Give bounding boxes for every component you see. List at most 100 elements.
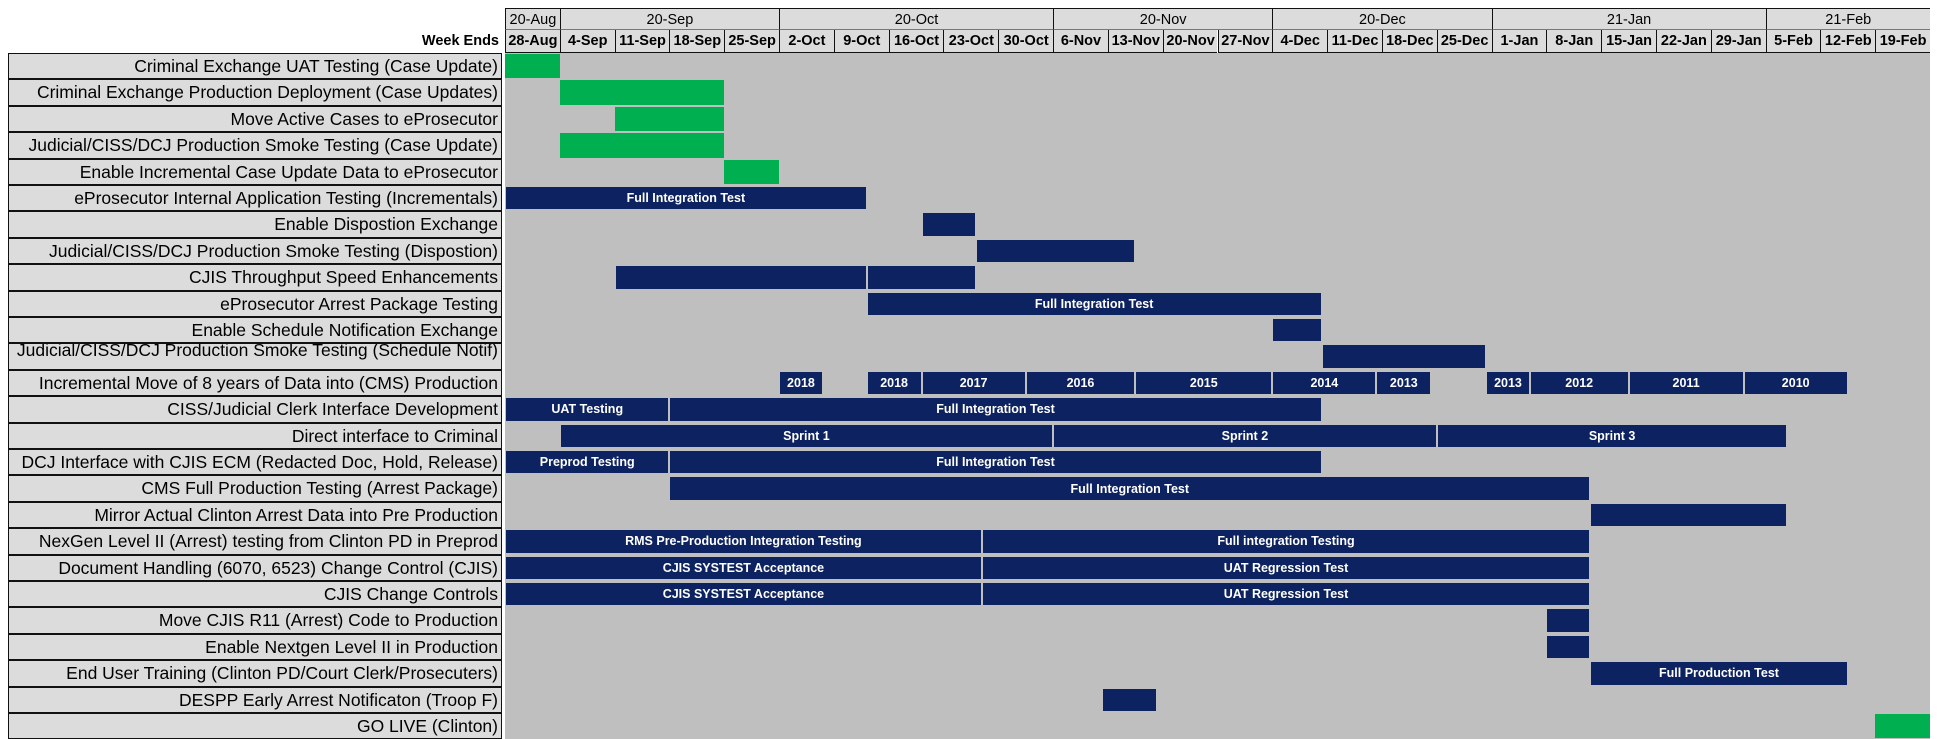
task-label: Move Active Cases to eProsecutor	[8, 105, 502, 133]
bar-label: Sprint 3	[1588, 428, 1636, 443]
gantt-bar	[1546, 634, 1591, 660]
week-tick-label: 6-Nov	[1053, 30, 1108, 53]
gantt-bar	[866, 265, 977, 290]
gantt-bar: 2013	[1376, 370, 1432, 396]
bar-label: Full Integration Test	[936, 402, 1055, 417]
bar-label: Full Production Test	[1659, 666, 1779, 681]
gantt-bar	[1272, 318, 1322, 343]
gantt-bar: Full Integration Test	[505, 186, 867, 211]
week-tick-label: 25-Dec	[1436, 30, 1492, 53]
month-header: 21-Feb	[1765, 8, 1930, 30]
week-tick-label: 19-Feb	[1875, 30, 1930, 53]
bar-label: UAT Regression Test	[1223, 587, 1349, 602]
gantt-bar	[1102, 687, 1158, 712]
task-label: Direct interface to Criminal	[8, 422, 502, 449]
month-header: 20-Sep	[559, 8, 780, 30]
bar-label: Full Integration Test	[1070, 481, 1190, 496]
week-tick-label: 11-Sep	[614, 30, 670, 53]
gantt-bar: Sprint 2	[1053, 423, 1437, 448]
bar-label: 2012	[1565, 375, 1594, 390]
gantt-bar: UAT Regression Test	[981, 582, 1591, 607]
gantt-bar: 2015	[1135, 370, 1273, 396]
month-header: 20-Dec	[1272, 8, 1492, 30]
task-label: DESPP Early Arrest Notificaton (Troop F)	[8, 686, 502, 713]
bar-label: 2011	[1672, 375, 1700, 390]
task-label: Criminal Exchange Production Deployment …	[8, 79, 502, 106]
month-header: 20-Oct	[779, 8, 1054, 30]
task-label: Enable Schedule Notification Exchange	[8, 317, 502, 344]
task-label: eProsecutor Arrest Package Testing	[8, 290, 502, 317]
task-label: Criminal Exchange UAT Testing (Case Upda…	[8, 53, 502, 80]
task-label: Incremental Move of 8 years of Data into…	[8, 369, 502, 397]
gantt-bar	[921, 212, 977, 237]
task-label: Enable Incremental Case Update Data to e…	[8, 158, 502, 185]
gantt-bar: CJIS SYSTEST Acceptance	[505, 582, 982, 607]
bar-label: UAT Testing	[551, 402, 624, 417]
week-tick-label: 2-Oct	[779, 30, 834, 53]
bar-label: Preprod Testing	[539, 455, 635, 470]
task-label: CJIS Throughput Speed Enhancements	[8, 264, 502, 291]
gantt-bar	[1546, 608, 1591, 633]
bar-label: 2014	[1310, 375, 1339, 390]
week-tick-label: 18-Dec	[1381, 30, 1437, 53]
bar-label: 2013	[1389, 375, 1418, 390]
task-label: CISS/Judicial Clerk Interface Developmen…	[8, 396, 502, 423]
task-label: Judicial/CISS/DCJ Production Smoke Testi…	[8, 237, 502, 265]
gantt-bar	[724, 159, 780, 184]
gantt-bar: Full Production Test	[1590, 661, 1848, 686]
bar-label: 2013	[1494, 375, 1522, 390]
gantt-bar: UAT Testing	[505, 397, 670, 422]
bar-label: RMS Pre-Production Integration Testing	[625, 534, 862, 549]
gantt-bar: Sprint 3	[1436, 423, 1788, 448]
week-tick-label: 23-Oct	[943, 30, 999, 53]
bar-label: Full Integration Test	[936, 455, 1055, 470]
week-tick-label: 11-Dec	[1327, 30, 1382, 53]
month-header: 20-Aug	[505, 8, 560, 30]
bar-label: UAT Regression Test	[1223, 560, 1349, 575]
task-label: GO LIVE (Clinton)	[8, 713, 502, 739]
bar-label: Full Integration Test	[626, 191, 746, 206]
task-label: CJIS Change Controls	[8, 581, 502, 608]
gantt-bar	[1321, 344, 1487, 369]
gantt-bar: 2012	[1529, 370, 1629, 396]
week-tick-label: 20-Nov	[1162, 30, 1218, 53]
task-label: Judicial/CISS/DCJ Production Smoke Testi…	[8, 132, 502, 159]
gantt-bar: Sprint 1	[559, 423, 1054, 448]
gantt-bar: RMS Pre-Production Integration Testing	[505, 529, 982, 554]
gantt-bar	[1590, 502, 1788, 528]
task-label: Enable Nextgen Level II in Production	[8, 633, 502, 661]
week-tick-label: 8-Jan	[1546, 30, 1602, 53]
bar-label: 2018	[787, 375, 815, 390]
gantt-bar: Full integration Testing	[981, 529, 1591, 554]
bar-label: 2018	[880, 375, 909, 390]
task-label: End User Training (Clinton PD/Court Cler…	[8, 660, 502, 687]
week-tick-label: 27-Nov	[1217, 30, 1273, 53]
week-tick-label: 16-Oct	[888, 30, 944, 53]
gantt-bar: 2018	[779, 370, 823, 396]
gantt-bar: UAT Regression Test	[981, 555, 1591, 580]
task-label: Enable Dispostion Exchange	[8, 211, 502, 238]
week-tick-label: 5-Feb	[1765, 30, 1821, 53]
week-tick-label: 28-Aug	[505, 30, 560, 53]
week-tick-label: 29-Jan	[1710, 30, 1766, 53]
week-tick-label: 22-Jan	[1655, 30, 1711, 53]
task-label: Move CJIS R11 (Arrest) Code to Productio…	[8, 607, 502, 634]
week-tick-label: 25-Sep	[724, 30, 780, 53]
task-label: Judicial/CISS/DCJ Production Smoke Testi…	[8, 343, 502, 370]
gantt-bar: Preprod Testing	[505, 450, 670, 475]
gantt-bar	[505, 54, 560, 79]
bar-label: Sprint 1	[783, 428, 830, 443]
week-tick-label: 9-Oct	[833, 30, 889, 53]
gantt-bar: 2016	[1025, 370, 1136, 396]
bar-label: 2016	[1066, 375, 1095, 390]
gantt-bar: 2017	[921, 370, 1026, 396]
gantt-bar: Full Integration Test	[669, 450, 1322, 475]
week-tick-label: 13-Nov	[1107, 30, 1163, 53]
gantt-bar: Full Integration Test	[866, 291, 1322, 316]
bar-label: Full Integration Test	[1034, 296, 1154, 311]
gantt-bar	[559, 80, 725, 105]
task-label: CMS Full Production Testing (Arrest Pack…	[8, 475, 502, 502]
month-header: 20-Nov	[1053, 8, 1273, 30]
bar-label: 2015	[1189, 375, 1218, 390]
gantt-bar: 2010	[1743, 370, 1848, 396]
